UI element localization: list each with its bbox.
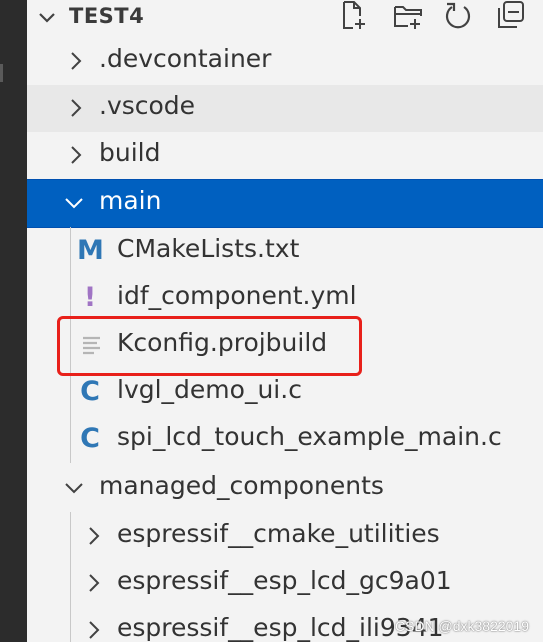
tree-item-label: .devcontainer bbox=[99, 44, 272, 73]
tree-item-label: main bbox=[99, 186, 162, 215]
c-file-icon: C bbox=[80, 423, 100, 454]
chevron-right-icon bbox=[71, 52, 82, 70]
tree-item-lvgl-demo-ui[interactable]: C lvgl_demo_ui.c bbox=[27, 369, 543, 416]
tree-item-spi-lcd-main[interactable]: C spi_lcd_touch_example_main.c bbox=[27, 416, 543, 463]
yaml-file-icon: ! bbox=[83, 282, 97, 313]
chevron-right-icon bbox=[71, 146, 82, 164]
watermark: CSDN @dxk3822019 bbox=[394, 618, 529, 634]
workspace-title: TEST4 bbox=[69, 4, 145, 28]
tree-item-vscode[interactable]: .vscode bbox=[27, 85, 543, 132]
chevron-right-icon bbox=[89, 574, 100, 592]
tree-item-label: idf_component.yml bbox=[117, 281, 357, 310]
tree-item-label: build bbox=[99, 138, 161, 167]
tree-item-esp-lcd-gc9a01[interactable]: espressif__esp_lcd_gc9a01 bbox=[27, 560, 543, 607]
collapse-all-icon[interactable] bbox=[495, 0, 525, 30]
tree-item-label: managed_components bbox=[99, 471, 384, 500]
tree-item-label: spi_lcd_touch_example_main.c bbox=[117, 422, 502, 451]
activity-indicator bbox=[0, 64, 3, 82]
activity-bar bbox=[0, 0, 27, 642]
chevron-right-icon bbox=[89, 527, 100, 545]
tree-item-managed-components[interactable]: managed_components bbox=[27, 465, 543, 512]
chevron-right-icon bbox=[71, 99, 82, 117]
c-file-icon: C bbox=[80, 376, 100, 407]
tree-item-label: espressif__esp_lcd_gc9a01 bbox=[117, 566, 452, 595]
refresh-icon[interactable] bbox=[443, 0, 473, 30]
new-folder-icon[interactable] bbox=[393, 0, 423, 30]
explorer-header[interactable]: TEST4 bbox=[27, 0, 543, 36]
tree-item-cmakelists[interactable]: M CMakeLists.txt bbox=[27, 228, 543, 275]
annotation-highlight-box bbox=[57, 316, 362, 376]
tree-item-main[interactable]: main bbox=[27, 179, 543, 228]
chevron-down-icon bbox=[65, 198, 83, 209]
tree-item-cmake-utilities[interactable]: espressif__cmake_utilities bbox=[27, 513, 543, 560]
new-file-icon[interactable] bbox=[339, 0, 369, 30]
chevron-right-icon bbox=[89, 621, 100, 639]
cmake-file-icon: M bbox=[77, 235, 104, 266]
tree-item-label: .vscode bbox=[99, 91, 196, 120]
chevron-down-icon bbox=[65, 483, 83, 494]
tree-item-label: CMakeLists.txt bbox=[117, 234, 300, 263]
tree-item-label: lvgl_demo_ui.c bbox=[117, 375, 302, 404]
explorer-panel: TEST4 .devcontainer .vscode build main M… bbox=[27, 0, 543, 642]
tree-item-label: espressif__cmake_utilities bbox=[117, 519, 440, 548]
tree-item-idf-component[interactable]: ! idf_component.yml bbox=[27, 275, 543, 322]
tree-item-build[interactable]: build bbox=[27, 132, 543, 179]
chevron-down-icon[interactable] bbox=[35, 6, 59, 30]
tree-item-devcontainer[interactable]: .devcontainer bbox=[27, 38, 543, 85]
